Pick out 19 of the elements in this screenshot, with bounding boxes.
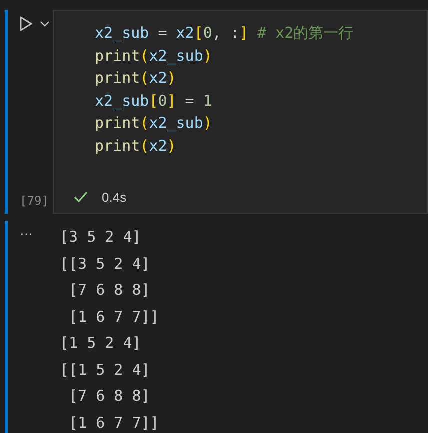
output-line: [[3 5 2 4] [60, 254, 150, 274]
run-button[interactable] [18, 15, 34, 33]
code-line: print(x2_sub) [95, 113, 212, 134]
output-line: [1 5 2 4] [60, 333, 142, 354]
output-line: [1 6 7 7]] [68, 306, 160, 328]
output-menu-icon: ··· [20, 224, 33, 244]
execution-time: 0.4s [102, 188, 127, 206]
code-line: x2_sub = x2[0, :] # x2的第一行 [95, 23, 354, 44]
output-line: [3 5 2 4] [60, 227, 142, 248]
code-line: print(x2) [95, 136, 176, 156]
code-line: print(x2_sub) [95, 46, 212, 66]
execution-count: [79] [20, 193, 50, 210]
output-line: [1 6 7 7]] [68, 412, 160, 433]
code-line: x2_sub[0] = 1 [95, 90, 212, 112]
output-line: [7 6 8 8] [68, 386, 150, 407]
output-line: [[1 5 2 4] [60, 360, 150, 380]
code-line: print(x2) [95, 68, 176, 89]
chevron-down-icon[interactable] [40, 20, 50, 28]
output-line: [7 6 8 8] [68, 280, 150, 301]
